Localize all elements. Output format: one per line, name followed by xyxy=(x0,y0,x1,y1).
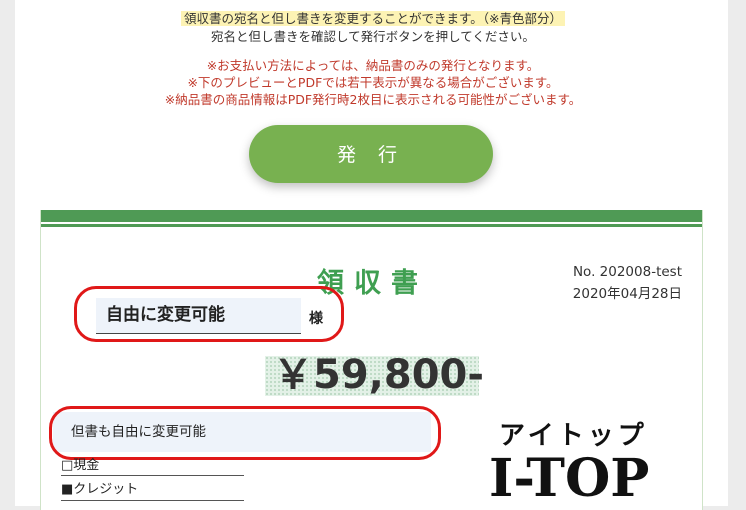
issue-button[interactable]: 発 行 xyxy=(249,125,493,183)
payment-method-cash: □現金 xyxy=(61,456,244,476)
instruction-line-1: 領収書の宛名と但し書きを変更することができます。（※青色部分） xyxy=(181,11,565,26)
logo-text: I-TOP xyxy=(489,448,649,500)
note-invoice-info: ※納品書の商品情報はPDF発行時2枚目に表示される可能性がございます。 xyxy=(164,92,582,107)
addressee-highlight-outline xyxy=(74,286,344,342)
notes: ※お支払い方法によっては、納品書のみの発行となります。 ※下のプレビューとPDF… xyxy=(0,57,746,108)
receipt-preview: 領収書 No. 202008-test 2020年04月28日 自由に変更可能 … xyxy=(40,210,703,510)
instruction-line-2: 宛名と但し書きを確認して発行ボタンを押してください。 xyxy=(211,29,535,44)
receipt-top-rule xyxy=(41,224,702,227)
payment-method-credit: ■クレジット xyxy=(61,480,244,501)
logo-kana: アイトップ xyxy=(499,421,648,451)
note-preview-difference: ※下のプレビューとPDFでは若干表示が異なる場合がございます。 xyxy=(187,75,559,90)
instructions: 領収書の宛名と但し書きを変更することができます。（※青色部分） 宛名と但し書きを… xyxy=(0,10,746,46)
receipt-number: No. 202008-test xyxy=(572,264,682,280)
receipt-top-band xyxy=(41,210,702,222)
receipt-date: 2020年04月28日 xyxy=(572,286,682,302)
company-logo: アイトップ I-TOP xyxy=(488,421,650,500)
note-payment: ※お支払い方法によっては、納品書のみの発行となります。 xyxy=(206,58,540,73)
receipt-amount: ￥59,800- xyxy=(273,352,484,398)
purpose-highlight-outline xyxy=(49,406,441,460)
